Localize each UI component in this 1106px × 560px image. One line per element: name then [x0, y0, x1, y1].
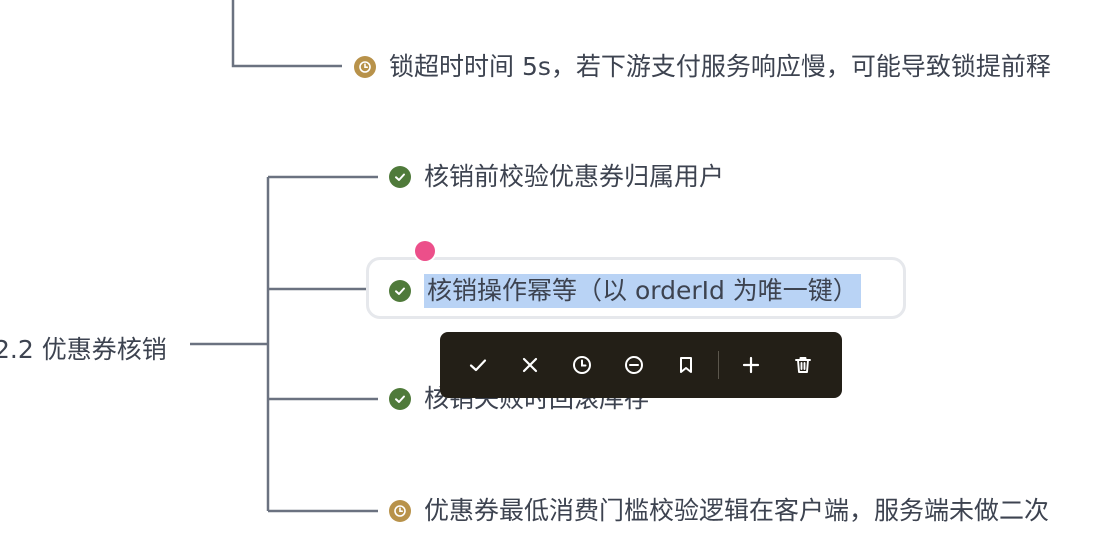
mindmap-node-child-4[interactable]: 优惠券最低消费门槛校验逻辑在客户端，服务端未做二次: [389, 496, 1049, 526]
minus-circle-icon: [625, 356, 643, 374]
delete-node-button[interactable]: [777, 339, 829, 391]
node-text-editor[interactable]: 核销操作幂等（以 orderId 为唯一键）: [424, 274, 861, 308]
check-status-icon[interactable]: [389, 280, 411, 302]
mark-blocked-button[interactable]: [608, 339, 660, 391]
bookmark-button[interactable]: [660, 339, 712, 391]
bookmark-icon: [680, 357, 692, 373]
mark-pending-button[interactable]: [556, 339, 608, 391]
toolbar-divider: [718, 351, 719, 379]
check-icon: [469, 359, 487, 372]
clock-status-icon[interactable]: [354, 56, 376, 78]
close-icon: [522, 357, 538, 373]
clock-icon: [573, 356, 591, 374]
mark-done-button[interactable]: [452, 339, 504, 391]
drag-handle[interactable]: [415, 241, 435, 261]
mindmap-node-top[interactable]: 锁超时时间 5s，若下游支付服务响应慢，可能导致锁提前释: [354, 52, 1051, 82]
node-text: 优惠券最低消费门槛校验逻辑在客户端，服务端未做二次: [424, 496, 1050, 525]
check-status-icon[interactable]: [389, 166, 411, 188]
mark-cancel-button[interactable]: [504, 339, 556, 391]
trash-icon: [795, 357, 811, 373]
check-status-icon[interactable]: [389, 388, 411, 410]
add-node-button[interactable]: [725, 339, 777, 391]
node-text: 核销前校验优惠券归属用户: [424, 162, 725, 191]
mindmap-node-child-2[interactable]: 核销操作幂等（以 orderId 为唯一键）: [389, 274, 861, 308]
connector-top-item: [231, 0, 342, 68]
clock-status-icon[interactable]: [389, 500, 411, 522]
plus-icon: [742, 356, 760, 374]
node-text: 锁超时时间 5s，若下游支付服务响应慢，可能导致锁提前释: [389, 52, 1051, 81]
mindmap-node-child-1[interactable]: 核销前校验优惠券归属用户: [389, 162, 724, 192]
node-action-toolbar: [440, 332, 842, 398]
parent-node-label[interactable]: 2.2 优惠券核销: [0, 330, 167, 366]
